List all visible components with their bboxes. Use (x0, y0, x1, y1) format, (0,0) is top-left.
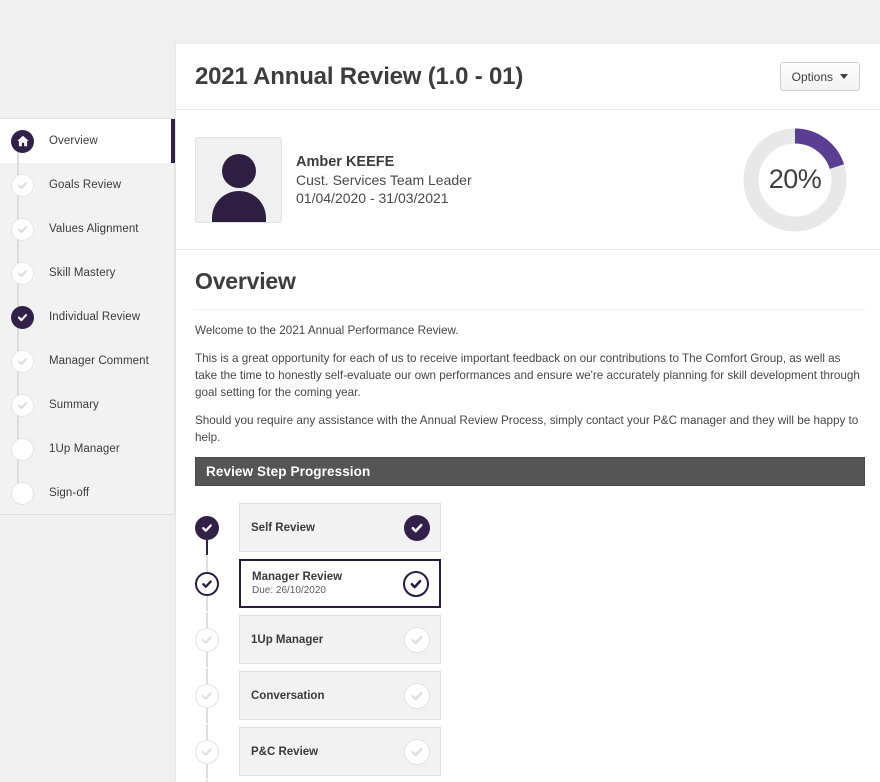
sidebar-item-sign-off[interactable]: Sign-off (0, 471, 174, 515)
options-button-label: Options (791, 69, 833, 84)
step-check-icon[interactable] (404, 738, 430, 765)
step-name: Manager Review (252, 571, 343, 583)
overview-paragraph: This is a great opportunity for each of … (195, 352, 860, 399)
sidebar-item-label: Sign-off (49, 487, 90, 499)
step-status-icon (195, 571, 219, 596)
options-button[interactable]: Options (779, 62, 860, 91)
overview-content: Overview Welcome to the 2021 Annual Perf… (176, 250, 880, 782)
check-icon (11, 393, 34, 417)
person-review-period: 01/04/2020 - 31/03/2021 (296, 189, 449, 206)
step-card[interactable]: Self Review (239, 503, 441, 552)
sidebar-item-individual-review[interactable]: Individual Review (0, 295, 174, 339)
step-card[interactable]: 1Up Manager (239, 615, 441, 664)
step-row[interactable]: 1Up Manager (195, 612, 865, 667)
sidebar-item-label: Goals Review (49, 179, 122, 191)
chevron-down-icon (840, 74, 848, 79)
completion-percent: 20% (768, 164, 822, 194)
step-name: Conversation (251, 689, 325, 702)
section-title: Overview (195, 268, 865, 310)
step-check-icon[interactable] (404, 514, 430, 541)
sidebar-item-label: Skill Mastery (49, 267, 116, 279)
sidebar-item-1up-manager[interactable]: 1Up Manager (0, 427, 174, 471)
sidebar-item-label: 1Up Manager (49, 443, 120, 455)
step-text: Manager Review Due: 26/10/2020 (252, 570, 403, 597)
step-check-icon[interactable] (404, 626, 430, 653)
check-icon (11, 349, 34, 373)
completion-ring: 20% (741, 126, 849, 234)
step-check-icon[interactable] (403, 570, 429, 597)
empty-circle-icon (11, 481, 34, 505)
step-text: Self Review (251, 521, 404, 535)
step-card[interactable]: P&C Review (239, 727, 441, 776)
sidebar-item-overview[interactable]: Overview (0, 119, 175, 163)
overview-paragraph: Welcome to the 2021 Annual Performance R… (195, 324, 459, 337)
step-name: 1Up Manager (251, 633, 324, 646)
home-icon (11, 129, 34, 153)
person-summary: Amber KEEFE Cust. Services Team Leader 0… (176, 110, 880, 250)
step-row[interactable]: P&C Review (195, 724, 865, 779)
sidebar-item-label: Manager Comment (49, 355, 149, 367)
progression-section-header: Review Step Progression (195, 457, 865, 486)
step-row[interactable]: Conversation (195, 668, 865, 723)
review-page: Overview Goals Review Values Alignment Skil… (0, 0, 880, 782)
sidebar-item-label: Individual Review (49, 311, 141, 323)
main-panel: 2021 Annual Review (1.0 - 01) Options Am… (175, 43, 880, 782)
avatar-body (211, 190, 266, 222)
step-due-date: Due: 26/10/2020 (252, 585, 326, 596)
check-icon (11, 173, 34, 197)
check-icon (11, 261, 34, 285)
sidebar-item-label: Summary (49, 399, 99, 411)
empty-circle-icon (11, 437, 34, 461)
review-sidebar: Overview Goals Review Values Alignment Skil… (0, 118, 175, 515)
step-card[interactable]: Conversation (239, 671, 441, 720)
step-name: P&C Review (251, 745, 319, 758)
step-check-icon[interactable] (404, 682, 430, 709)
sidebar-item-label: Values Alignment (49, 223, 139, 235)
sidebar-item-values-alignment[interactable]: Values Alignment (0, 207, 174, 251)
sidebar-item-manager-comment[interactable]: Manager Comment (0, 339, 174, 383)
person-info: Amber KEEFE Cust. Services Team Leader 0… (296, 153, 741, 207)
step-status-icon (195, 627, 219, 652)
step-card[interactable]: Manager Review Due: 26/10/2020 (239, 559, 441, 608)
step-row[interactable]: Manager Review Due: 26/10/2020 (195, 556, 865, 611)
check-icon (11, 217, 34, 241)
step-status-icon (195, 683, 219, 708)
step-text: Conversation (251, 689, 404, 703)
step-row[interactable]: Self Review (195, 500, 865, 555)
step-progression-list: Self Review Manager Review Due: 26/10/2020… (195, 500, 865, 782)
sidebar-item-label: Overview (49, 135, 98, 147)
step-text: P&C Review (251, 745, 404, 759)
sidebar-item-goals-review[interactable]: Goals Review (0, 163, 174, 207)
overview-paragraph: Should you require any assistance with t… (195, 414, 859, 444)
step-status-icon (195, 515, 219, 540)
check-icon (11, 305, 34, 329)
person-role: Cust. Services Team Leader (296, 171, 472, 188)
sidebar-item-summary[interactable]: Summary (0, 383, 174, 427)
step-text: 1Up Manager (251, 633, 404, 647)
avatar (195, 136, 282, 223)
step-name: Self Review (251, 521, 315, 534)
sidebar-item-skill-mastery[interactable]: Skill Mastery (0, 251, 174, 295)
page-header: 2021 Annual Review (1.0 - 01) Options (176, 44, 880, 110)
person-name: Amber KEEFE (296, 153, 395, 170)
step-status-icon (195, 739, 219, 764)
overview-paragraphs: Welcome to the 2021 Annual Performance R… (195, 322, 865, 446)
page-title: 2021 Annual Review (1.0 - 01) (195, 62, 524, 90)
avatar-head (221, 153, 256, 188)
